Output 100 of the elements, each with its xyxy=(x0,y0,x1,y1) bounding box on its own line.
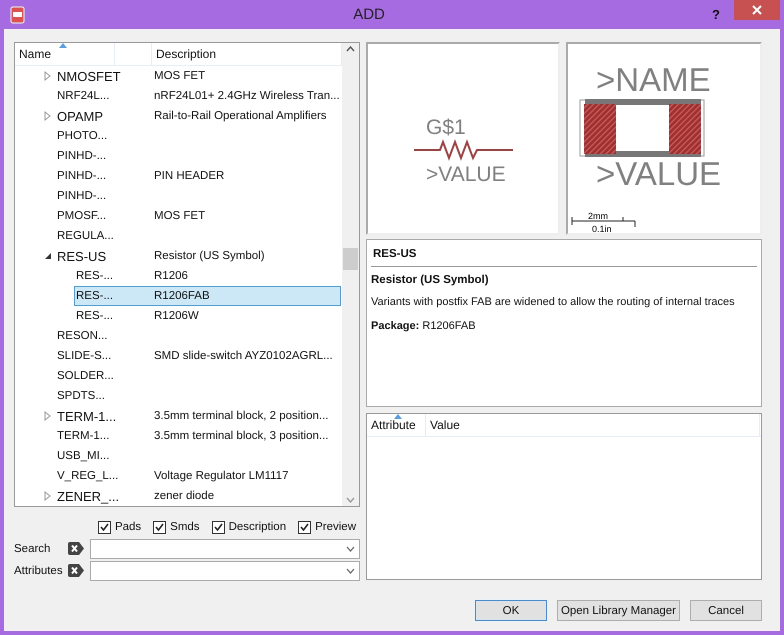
part-name: NRF24L... xyxy=(57,90,110,102)
close-button[interactable] xyxy=(734,0,780,20)
app-icon xyxy=(10,6,26,24)
tree-row[interactable]: PINHD-... PIN HEADER xyxy=(55,166,341,186)
dropdown-caret-icon[interactable] xyxy=(346,568,355,574)
part-name: ZENER_... xyxy=(57,488,120,504)
tree-row[interactable]: USB_MI... xyxy=(55,446,341,466)
column-header[interactable]: Name xyxy=(15,43,115,65)
filter-checkbox[interactable]: Pads xyxy=(98,520,142,534)
tree-row[interactable]: SOLDER... xyxy=(55,366,341,386)
part-name: PHOTO... xyxy=(57,130,108,142)
window-title: ADD xyxy=(352,6,386,23)
tree-row[interactable]: TERM-1... 3.5mm terminal block, 2 position... xyxy=(55,406,341,426)
device-heading: Resistor (US Symbol) xyxy=(371,274,490,286)
part-description: R1206 xyxy=(154,270,188,282)
tree-row[interactable]: PMOSF... MOS FET xyxy=(55,206,341,226)
tree-row[interactable]: TERM-1... 3.5mm terminal block, 3 position... xyxy=(55,426,341,446)
part-name: SOLDER... xyxy=(57,370,115,382)
part-description: PIN HEADER xyxy=(154,170,224,182)
tree-row[interactable]: PINHD-... xyxy=(55,186,341,206)
tree-row[interactable]: RESON... xyxy=(55,326,341,346)
part-name: TERM-1... xyxy=(57,430,110,442)
package-line: Package: R1206FAB xyxy=(371,320,477,332)
part-description: 3.5mm terminal block, 3 position... xyxy=(154,430,328,442)
dialog-button[interactable]: Cancel xyxy=(690,600,762,621)
part-name: NMOSFET xyxy=(57,68,122,84)
tree-row[interactable]: SLIDE-S... SMD slide-switch AYZ0102AGRL... xyxy=(55,346,341,366)
tree-row[interactable]: REGULA... xyxy=(55,226,341,246)
part-description: Rail-to-Rail Operational Amplifiers xyxy=(154,110,327,122)
combo-field[interactable] xyxy=(90,538,360,559)
tree-row[interactable]: ZENER_... zener diode xyxy=(55,486,341,506)
part-name: PINHD-... xyxy=(57,170,108,182)
tree-row[interactable]: PHOTO... xyxy=(55,126,341,146)
tree-row[interactable]: RES-... R1206W xyxy=(74,306,341,326)
expand-arrow-icon[interactable] xyxy=(43,491,53,501)
tree-row[interactable]: RES-US Resistor (US Symbol) xyxy=(55,246,341,266)
part-description: 3.5mm terminal block, 2 position... xyxy=(154,410,328,422)
dropdown-caret-icon[interactable] xyxy=(346,546,355,552)
filter-checkbox[interactable]: Smds xyxy=(153,520,200,534)
sort-arrow-icon xyxy=(394,414,402,419)
checkbox-box[interactable] xyxy=(153,520,166,534)
device-name: RES-US xyxy=(371,240,757,267)
part-name: RESON... xyxy=(57,330,108,342)
combo-field[interactable] xyxy=(90,560,360,581)
scroll-up-icon[interactable] xyxy=(346,46,355,52)
collapse-arrow-icon[interactable] xyxy=(43,251,53,261)
field-label: Attributes xyxy=(13,564,64,577)
dialog-button[interactable]: OK xyxy=(474,600,547,621)
column-header[interactable]: Attribute xyxy=(367,414,426,436)
tree-row[interactable]: RES-... R1206 xyxy=(74,266,341,286)
part-name: OPAMP xyxy=(57,108,104,124)
part-name: SLIDE-S... xyxy=(57,350,112,362)
expand-arrow-icon[interactable] xyxy=(43,71,53,81)
part-description: MOS FET xyxy=(154,210,206,222)
symbol-drawing: G$1 >VALUE xyxy=(368,44,558,232)
checkbox-label: Description xyxy=(228,521,286,534)
part-name: TERM-1... xyxy=(57,408,118,424)
tree-row[interactable]: PINHD-... xyxy=(55,146,341,166)
expand-arrow-icon[interactable] xyxy=(43,111,53,121)
part-name: V_REG_L... xyxy=(57,470,120,482)
device-description: Variants with postfix FAB are widened to allow the routing of internal traces xyxy=(371,296,736,308)
field-label: Search xyxy=(13,542,52,555)
sort-arrow-icon xyxy=(59,43,67,48)
part-name: RES-... xyxy=(76,310,114,322)
checkbox-box[interactable] xyxy=(212,520,225,534)
tree-row[interactable]: OPAMP Rail-to-Rail Operational Amplifiers xyxy=(55,106,341,126)
clear-icon[interactable] xyxy=(68,564,84,578)
column-header[interactable]: Value xyxy=(426,414,760,436)
checkbox-box[interactable] xyxy=(98,520,111,534)
part-name: RES-... xyxy=(76,290,114,302)
tree-row[interactable]: V_REG_L... Voltage Regulator LM1117 xyxy=(55,466,341,486)
scrollbar[interactable] xyxy=(342,43,359,506)
part-name: PINHD-... xyxy=(57,150,108,162)
part-name: RES-US xyxy=(57,248,108,264)
tree-row[interactable]: NMOSFET MOS FET xyxy=(55,66,341,86)
part-description: nRF24L01+ 2.4GHz Wireless Tran... xyxy=(154,90,340,102)
checkbox-label: Pads xyxy=(114,521,142,534)
checkmark-icon xyxy=(154,522,166,532)
tree-row[interactable]: NRF24L... nRF24L01+ 2.4GHz Wireless Tran... xyxy=(55,86,341,106)
dialog-button[interactable]: Open Library Manager xyxy=(556,600,680,621)
filter-checkbox[interactable]: Preview xyxy=(298,520,356,534)
part-description: R1206W xyxy=(154,310,199,322)
scroll-thumb[interactable] xyxy=(343,248,358,270)
part-description: Voltage Regulator LM1117 xyxy=(154,470,288,482)
help-button[interactable]: ? xyxy=(712,7,720,22)
part-description: MOS FET xyxy=(154,70,206,82)
part-name: RES-... xyxy=(76,270,114,282)
part-name: REGULA... xyxy=(57,230,115,242)
part-description: zener diode xyxy=(154,490,214,502)
checkmark-icon xyxy=(212,522,224,532)
checkmark-icon xyxy=(299,522,310,532)
part-description: Resistor (US Symbol) xyxy=(154,250,265,262)
scale-bar: 2mm 0.1in xyxy=(570,211,640,233)
tree-row[interactable]: SPDTS... xyxy=(55,386,341,406)
checkbox-box[interactable] xyxy=(298,520,312,534)
selected-tree-row[interactable]: RES-... R1206FAB xyxy=(74,286,341,306)
part-name: PINHD-... xyxy=(57,190,108,202)
clear-icon[interactable] xyxy=(68,542,84,556)
expand-arrow-icon[interactable] xyxy=(43,411,53,421)
filter-checkbox[interactable]: Description xyxy=(212,520,286,534)
